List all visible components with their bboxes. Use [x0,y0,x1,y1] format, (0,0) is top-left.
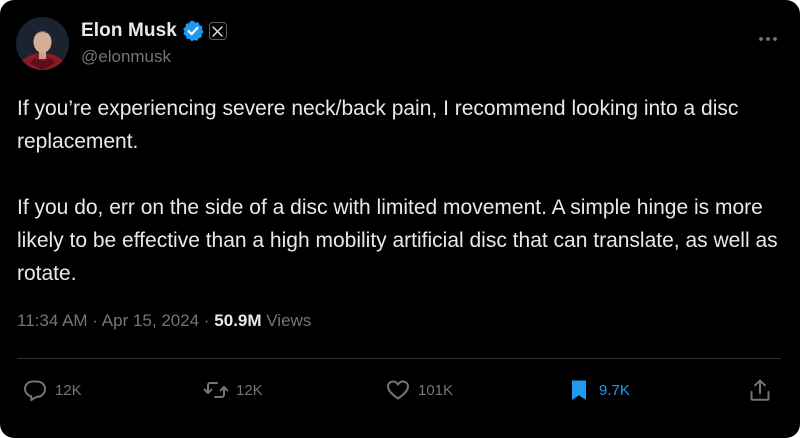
verified-badge-icon[interactable] [182,20,204,42]
heart-icon [387,380,409,400]
share-icon [750,379,770,401]
reply-icon [24,380,46,401]
views-count[interactable]: 50.9M [214,311,261,330]
tweet-metadata: 11:34 AM · Apr 15, 2024 · 50.9M Views [17,311,311,331]
like-button[interactable]: 101K [385,376,453,404]
bookmark-icon [572,380,586,400]
bookmark-button[interactable]: 9.7K [566,376,630,404]
tweet-card: Elon Musk @elonmusk If you’re experienci… [0,0,800,438]
meta-separator: · [203,311,210,330]
like-count: 101K [418,381,454,399]
reply-count: 12K [55,381,82,399]
bookmark-count: 9.7K [599,381,630,399]
repost-icon [203,382,229,398]
tweet-text: If you’re experiencing severe neck/back … [17,92,787,290]
repost-count: 12K [236,381,263,399]
share-button[interactable] [747,376,773,404]
avatar[interactable] [16,17,69,70]
tweet-time[interactable]: 11:34 AM [17,311,88,330]
avatar-image [16,17,69,70]
author-handle[interactable]: @elonmusk [81,47,171,67]
author-name-row: Elon Musk [81,17,227,45]
author-display-name[interactable]: Elon Musk [81,20,177,42]
tweet-paragraph: If you’re experiencing severe neck/back … [17,97,739,153]
tweet-paragraph: If you do, err on the side of a disc wit… [17,196,778,285]
more-options-icon[interactable] [757,28,779,50]
meta-separator: · [92,311,98,330]
x-logo-icon [208,22,227,40]
reply-button[interactable]: 12K [22,376,82,404]
tweet-date[interactable]: Apr 15, 2024 [102,311,199,330]
views-label: Views [266,311,312,330]
repost-button[interactable]: 12K [203,376,263,404]
divider [17,358,781,359]
